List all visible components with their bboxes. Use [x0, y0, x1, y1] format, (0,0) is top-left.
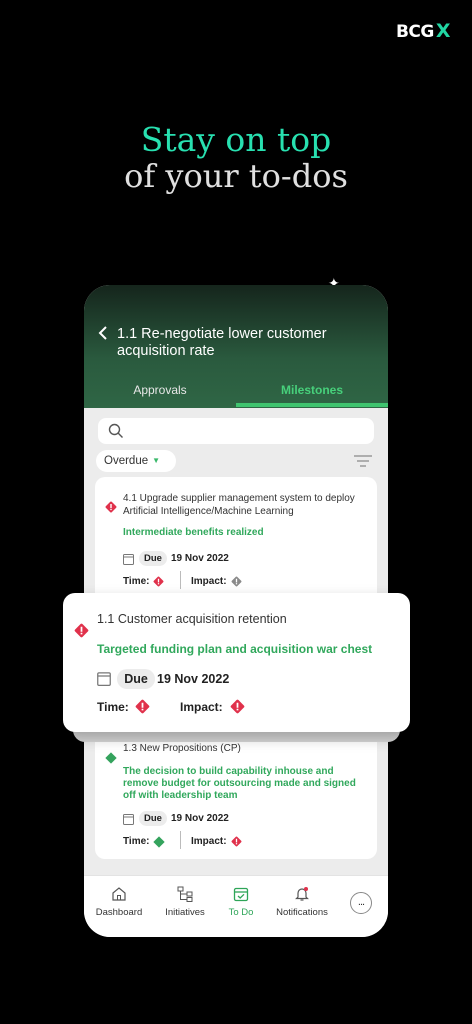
due-badge: Due	[139, 551, 167, 566]
milestone-title: 1.3 New Propositions (CP)	[123, 743, 241, 754]
hero-line-1: Stay on top	[140, 120, 332, 159]
screen-header: 1.1 Re-negotiate lower customer acquisit…	[84, 285, 388, 408]
milestone-status: Targeted funding plan and acquisition wa…	[97, 642, 373, 656]
bottom-nav: Dashboard Initiatives To Do Notification…	[84, 875, 388, 937]
calendar-icon	[97, 672, 111, 686]
more-icon[interactable]: ...	[350, 892, 372, 914]
milestone-status: The decision to build capability inhouse…	[123, 766, 356, 801]
divider	[180, 831, 181, 849]
warning-red-icon	[105, 501, 117, 513]
tab-approvals[interactable]: Approvals	[84, 383, 236, 397]
search-input[interactable]	[98, 418, 374, 444]
warning-red-icon	[231, 836, 242, 847]
milestone-title: 1.1 Customer acquisition retention	[97, 612, 287, 626]
warning-red-icon	[230, 699, 245, 714]
calendar-check-icon	[233, 887, 249, 902]
bell-icon	[295, 887, 309, 901]
due-badge: Due	[139, 811, 167, 826]
time-label: Time:	[123, 836, 150, 847]
nav-initiatives[interactable]: Initiatives	[155, 886, 215, 918]
chevron-left-icon[interactable]	[98, 325, 108, 346]
time-label: Time:	[97, 700, 129, 714]
due-badge: Due	[117, 669, 155, 689]
highlighted-milestone-card[interactable]: 1.1 Customer acquisition retention Targe…	[63, 593, 410, 732]
search-icon	[108, 423, 123, 438]
tab-milestones[interactable]: Milestones	[236, 383, 388, 397]
divider	[180, 571, 181, 589]
warning-red-icon	[74, 623, 89, 638]
calendar-icon	[123, 814, 134, 825]
milestone-status: Intermediate benefits realized	[123, 527, 264, 538]
time-label: Time:	[123, 576, 150, 587]
hero-line-2: of your to-dos	[124, 157, 348, 195]
impact-label: Impact:	[180, 700, 223, 714]
chevron-down-icon: ▼	[152, 456, 161, 465]
milestone-title: 4.1 Upgrade supplier management system t…	[123, 493, 355, 517]
screen-title: 1.1 Re-negotiate lower customer acquisit…	[117, 326, 327, 359]
warning-red-icon	[153, 576, 164, 587]
due-date: 19 Nov 2022	[171, 553, 229, 564]
filter-icon[interactable]	[354, 454, 372, 468]
warning-grey-icon	[231, 576, 242, 587]
nav-todo[interactable]: To Do	[211, 886, 271, 918]
warning-red-icon	[135, 699, 150, 714]
diamond-green-icon	[105, 752, 117, 764]
hero-heading: Stay on top of your to-dos	[0, 120, 472, 195]
due-date: 19 Nov 2022	[171, 813, 229, 824]
home-icon	[112, 887, 126, 901]
impact-label: Impact:	[191, 836, 227, 847]
calendar-icon	[123, 554, 134, 565]
overdue-filter-chip[interactable]: Overdue ▼	[96, 450, 176, 472]
diamond-green-icon	[153, 836, 165, 848]
nav-notifications[interactable]: Notifications	[272, 886, 332, 918]
tab-active-indicator	[236, 403, 388, 407]
hierarchy-icon	[177, 886, 193, 902]
nav-dashboard[interactable]: Dashboard	[89, 886, 149, 918]
milestone-card[interactable]: 1.3 New Propositions (CP) The decision t…	[95, 725, 377, 859]
impact-label: Impact:	[191, 576, 227, 587]
milestone-card[interactable]: 4.1 Upgrade supplier management system t…	[95, 477, 377, 607]
due-date: 19 Nov 2022	[157, 672, 230, 686]
brand-logo: BCG X	[395, 20, 451, 42]
